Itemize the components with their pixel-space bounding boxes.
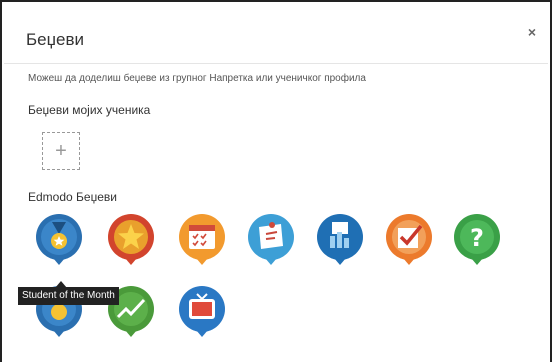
note-icon (248, 214, 294, 265)
badge-tv[interactable] (177, 284, 227, 338)
tv-icon (179, 286, 225, 337)
badge-chart[interactable] (315, 212, 365, 266)
calendar-icon (179, 214, 225, 265)
dialog-description: Можеш да доделиш беџеве из групног Напре… (28, 73, 366, 84)
badge-note[interactable] (246, 212, 296, 266)
dialog-title: Беџеви (26, 30, 84, 49)
edmodo-badges-heading: Edmodo Беџеви (28, 190, 117, 204)
star-icon (108, 214, 154, 265)
question-icon: ? (454, 214, 500, 265)
badge-student-of-the-month[interactable] (34, 212, 84, 266)
badge-tooltip: Student of the Month (18, 287, 119, 305)
badge-calendar[interactable] (177, 212, 227, 266)
add-badge-button[interactable]: + (42, 132, 80, 170)
badge-checkbox[interactable] (384, 212, 434, 266)
svg-text:?: ? (470, 224, 484, 252)
header-divider (4, 63, 548, 64)
checkbox-icon (386, 214, 432, 265)
badges-dialog: Беџеви × Можеш да доделиш беџеве из груп… (0, 0, 552, 362)
medal-icon (36, 214, 82, 265)
badge-question[interactable]: ? (452, 212, 502, 266)
close-icon[interactable]: × (528, 24, 536, 40)
chart-icon (317, 214, 363, 265)
badge-star[interactable] (106, 212, 156, 266)
my-students-badges-heading: Беџеви мојих ученика (28, 103, 151, 117)
